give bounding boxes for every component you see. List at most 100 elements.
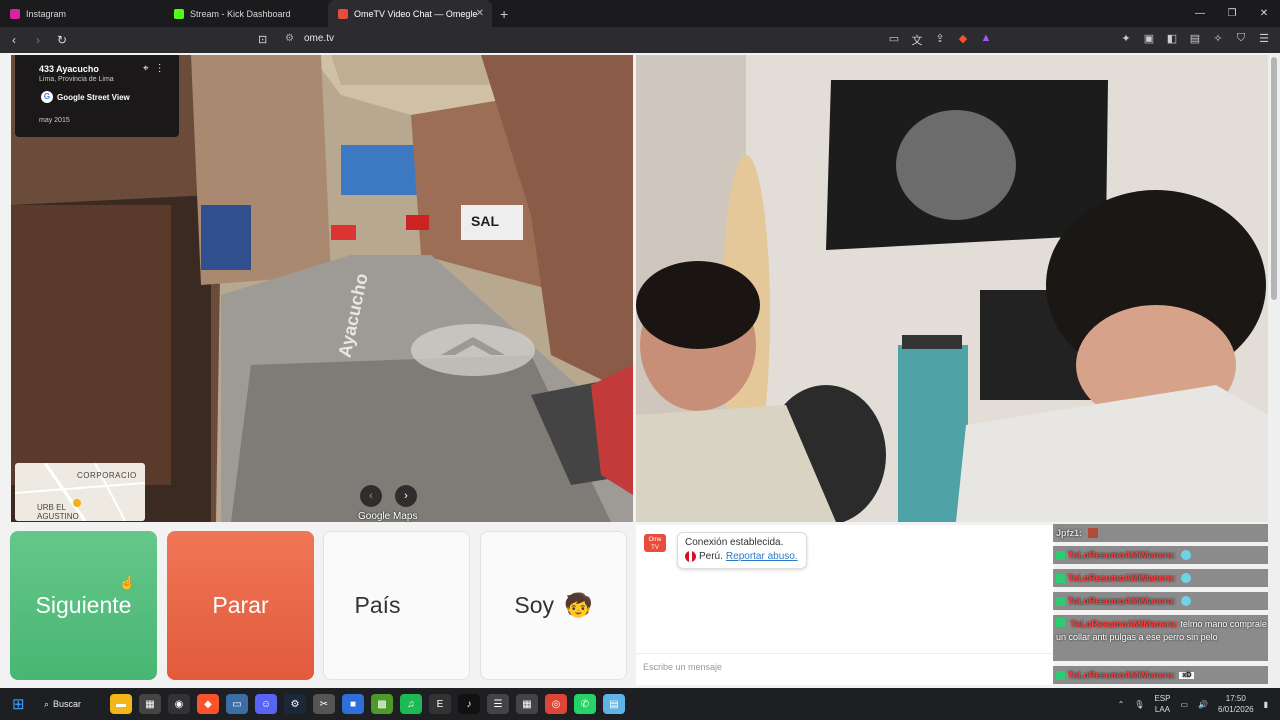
peru-flag-icon bbox=[411, 592, 439, 620]
stop-button[interactable]: Parar bbox=[167, 531, 314, 680]
overlay-chat-item: TeLoResumoAMiManera: xD bbox=[1053, 666, 1269, 684]
minimize-icon[interactable]: — bbox=[1184, 0, 1216, 27]
country-line: Perú. Reportar abuso. bbox=[685, 551, 799, 562]
sv-date: may 2015 bbox=[39, 117, 70, 124]
ometv-page: Ayacucho SAL 433 Ayacucho Lima, Provinci… bbox=[0, 53, 1280, 688]
whatsapp-icon[interactable]: ✆ bbox=[574, 694, 596, 714]
menu-icon[interactable]: ☰ bbox=[1256, 32, 1272, 45]
gender-button-label: Soy bbox=[514, 592, 554, 618]
shop-sign-text: SAL bbox=[471, 213, 499, 229]
windows-taskbar: ⊞ ⌕ Buscar ▬ ▦ ◉ ◆ ▭ ☺ ⚙ ✂ ■ ▩ ♫ E ♪ ☰ ▦… bbox=[0, 688, 1280, 720]
streetview-minimap[interactable]: CORPORACIO URB EL AGUSTINO bbox=[15, 463, 145, 521]
overlay-username: TeLoResumoAMiManera: bbox=[1068, 596, 1176, 606]
tray-overflow-icon[interactable]: ⌃ bbox=[1118, 700, 1125, 709]
report-abuse-link[interactable]: Reportar abuso. bbox=[726, 551, 798, 562]
taskbar-search-label: Buscar bbox=[53, 699, 82, 709]
microphone-icon[interactable]: 🎙 bbox=[1134, 700, 1144, 709]
close-window-icon[interactable]: ✕ bbox=[1248, 0, 1280, 27]
page-scrollbar[interactable] bbox=[1268, 53, 1280, 688]
sv-prev-arrow-icon[interactable]: ‹ bbox=[360, 485, 382, 507]
scrollbar-thumb[interactable] bbox=[1271, 57, 1277, 300]
vpn-icon[interactable]: ⛉ bbox=[1233, 32, 1249, 45]
tab-instagram[interactable]: Instagram bbox=[0, 0, 164, 27]
sv-brand-label: Google Street View bbox=[57, 92, 130, 102]
wallet-icon[interactable]: ▤ bbox=[1187, 32, 1203, 45]
overlay-chat-item: Jpfz1: bbox=[1053, 524, 1269, 542]
file-explorer-icon[interactable]: ▬ bbox=[110, 694, 132, 714]
sv-next-arrow-icon[interactable]: › bbox=[395, 485, 417, 507]
next-button-label: Siguiente bbox=[35, 592, 132, 618]
taskbar-clock[interactable]: 17:50 6/01/2026 bbox=[1218, 693, 1254, 715]
tab-search-icon[interactable]: ▣ bbox=[1141, 32, 1157, 45]
tab-label: Stream - Kick Dashboard bbox=[190, 8, 291, 19]
site-info-icon[interactable]: ⚙ bbox=[285, 33, 294, 44]
chrome-icon[interactable]: ◎ bbox=[545, 694, 567, 714]
app-icon[interactable]: ☰ bbox=[487, 694, 509, 714]
url-field[interactable]: ⚙ ome.tv bbox=[285, 33, 334, 44]
reload-icon[interactable]: ↻ bbox=[52, 33, 72, 47]
sv-region: Lima, Provincia de Lima bbox=[39, 76, 114, 83]
brave-shield-icon[interactable]: ◆ bbox=[955, 32, 971, 48]
discord-icon[interactable]: ☺ bbox=[255, 694, 277, 714]
network-icon[interactable]: ▭ bbox=[1180, 700, 1188, 709]
calculator-icon[interactable]: ▦ bbox=[516, 694, 538, 714]
new-tab-button[interactable]: + bbox=[500, 6, 508, 22]
location-pin-icon[interactable]: ⌖ bbox=[143, 63, 149, 74]
address-actions: ▭ 文 ⇪ ◆ ▲ bbox=[886, 32, 994, 48]
forward-icon[interactable]: › bbox=[28, 33, 48, 47]
minimap-label-bottom: URB EL AGUSTINO bbox=[37, 503, 79, 521]
more-options-icon[interactable]: ⋮ bbox=[155, 63, 165, 74]
toolbar-icons: ✦ ▣ ◧ ▤ ✧ ⛉ ☰ bbox=[1118, 32, 1272, 45]
country-button[interactable]: País bbox=[323, 531, 470, 680]
tab-kick-dashboard[interactable]: Stream - Kick Dashboard bbox=[164, 0, 328, 27]
extensions-icon[interactable]: ✦ bbox=[1118, 32, 1134, 45]
back-icon[interactable]: ‹ bbox=[4, 33, 24, 47]
notifications-icon[interactable]: ▮ bbox=[1264, 700, 1268, 709]
overlay-chat-item: TeLoResumoAMiManera: bbox=[1053, 546, 1269, 564]
window-app-icon[interactable]: ▭ bbox=[226, 694, 248, 714]
taskbar-apps: ▬ ▦ ◉ ◆ ▭ ☺ ⚙ ✂ ■ ▩ ♫ E ♪ ☰ ▦ ◎ ✆ ▤ bbox=[110, 694, 625, 714]
partner-webcam-feed bbox=[636, 55, 1268, 522]
search-icon: ⌕ bbox=[44, 698, 50, 709]
notepad-icon[interactable]: ▤ bbox=[603, 694, 625, 714]
system-tray: ⌃ 🎙 ESP LAA ▭ 🔊 17:50 6/01/2026 ▮ bbox=[1118, 690, 1268, 718]
steam-icon[interactable]: ⚙ bbox=[284, 694, 306, 714]
store-icon[interactable]: ▦ bbox=[139, 694, 161, 714]
taskbar-search[interactable]: ⌕ Buscar bbox=[44, 699, 81, 710]
translate-icon[interactable]: 文 bbox=[909, 32, 925, 48]
tab-ometv[interactable]: OmeTV Video Chat — Omegle ✕ bbox=[328, 0, 492, 27]
gender-button[interactable]: Soy 🧒 bbox=[480, 531, 627, 680]
epic-games-icon[interactable]: E bbox=[429, 694, 451, 714]
address-bar: ‹ › ↻ ⊡ ⚙ ome.tv ▭ 文 ⇪ ◆ ▲ ✦ ▣ ◧ ▤ ✧ ⛉ ☰ bbox=[0, 27, 1280, 53]
obs-icon[interactable]: ◉ bbox=[168, 694, 190, 714]
message-input[interactable]: Escribe un mensaje bbox=[636, 653, 1054, 679]
stop-button-label: Parar bbox=[212, 592, 269, 618]
cast-icon[interactable]: ▭ bbox=[886, 32, 902, 48]
spotify-icon[interactable]: ♫ bbox=[400, 694, 422, 714]
brave-rewards-icon[interactable]: ▲ bbox=[978, 32, 994, 48]
clock-time: 17:50 bbox=[1225, 694, 1246, 703]
blue-app-icon[interactable]: ■ bbox=[342, 694, 364, 714]
sv-brand: G Google Street View bbox=[41, 91, 130, 103]
tiktok-icon[interactable]: ♪ bbox=[458, 694, 480, 714]
peru-mini-flag-icon bbox=[685, 551, 696, 562]
next-button[interactable]: Siguiente bbox=[10, 531, 157, 680]
capcut-icon[interactable]: ✂ bbox=[313, 694, 335, 714]
overlay-chat-item: TeLoResumoAMiManera: telmo mano comprale… bbox=[1053, 615, 1269, 661]
bookmark-icon[interactable]: ⊡ bbox=[258, 33, 267, 46]
browser-tab-bar: Instagram Stream - Kick Dashboard OmeTV … bbox=[0, 0, 1280, 27]
brave-browser-icon[interactable]: ◆ bbox=[197, 694, 219, 714]
close-tab-icon[interactable]: ✕ bbox=[476, 8, 484, 19]
minecraft-icon[interactable]: ▩ bbox=[371, 694, 393, 714]
tab-label: OmeTV Video Chat — Omegle bbox=[354, 8, 478, 19]
volume-icon[interactable]: 🔊 bbox=[1198, 700, 1208, 709]
language-indicator[interactable]: ESP LAA bbox=[1154, 693, 1170, 715]
maximize-icon[interactable]: ❐ bbox=[1216, 0, 1248, 27]
connection-message: Conexión establecida. Perú. Reportar abu… bbox=[677, 532, 807, 569]
sv-card-actions: ⌖ ⋮ bbox=[143, 63, 165, 74]
sidebar-icon[interactable]: ◧ bbox=[1164, 32, 1180, 45]
windows-start-icon[interactable]: ⊞ bbox=[12, 695, 34, 713]
boy-emoji-icon: 🧒 bbox=[564, 592, 593, 618]
leo-ai-icon[interactable]: ✧ bbox=[1210, 32, 1226, 45]
share-icon[interactable]: ⇪ bbox=[932, 32, 948, 48]
